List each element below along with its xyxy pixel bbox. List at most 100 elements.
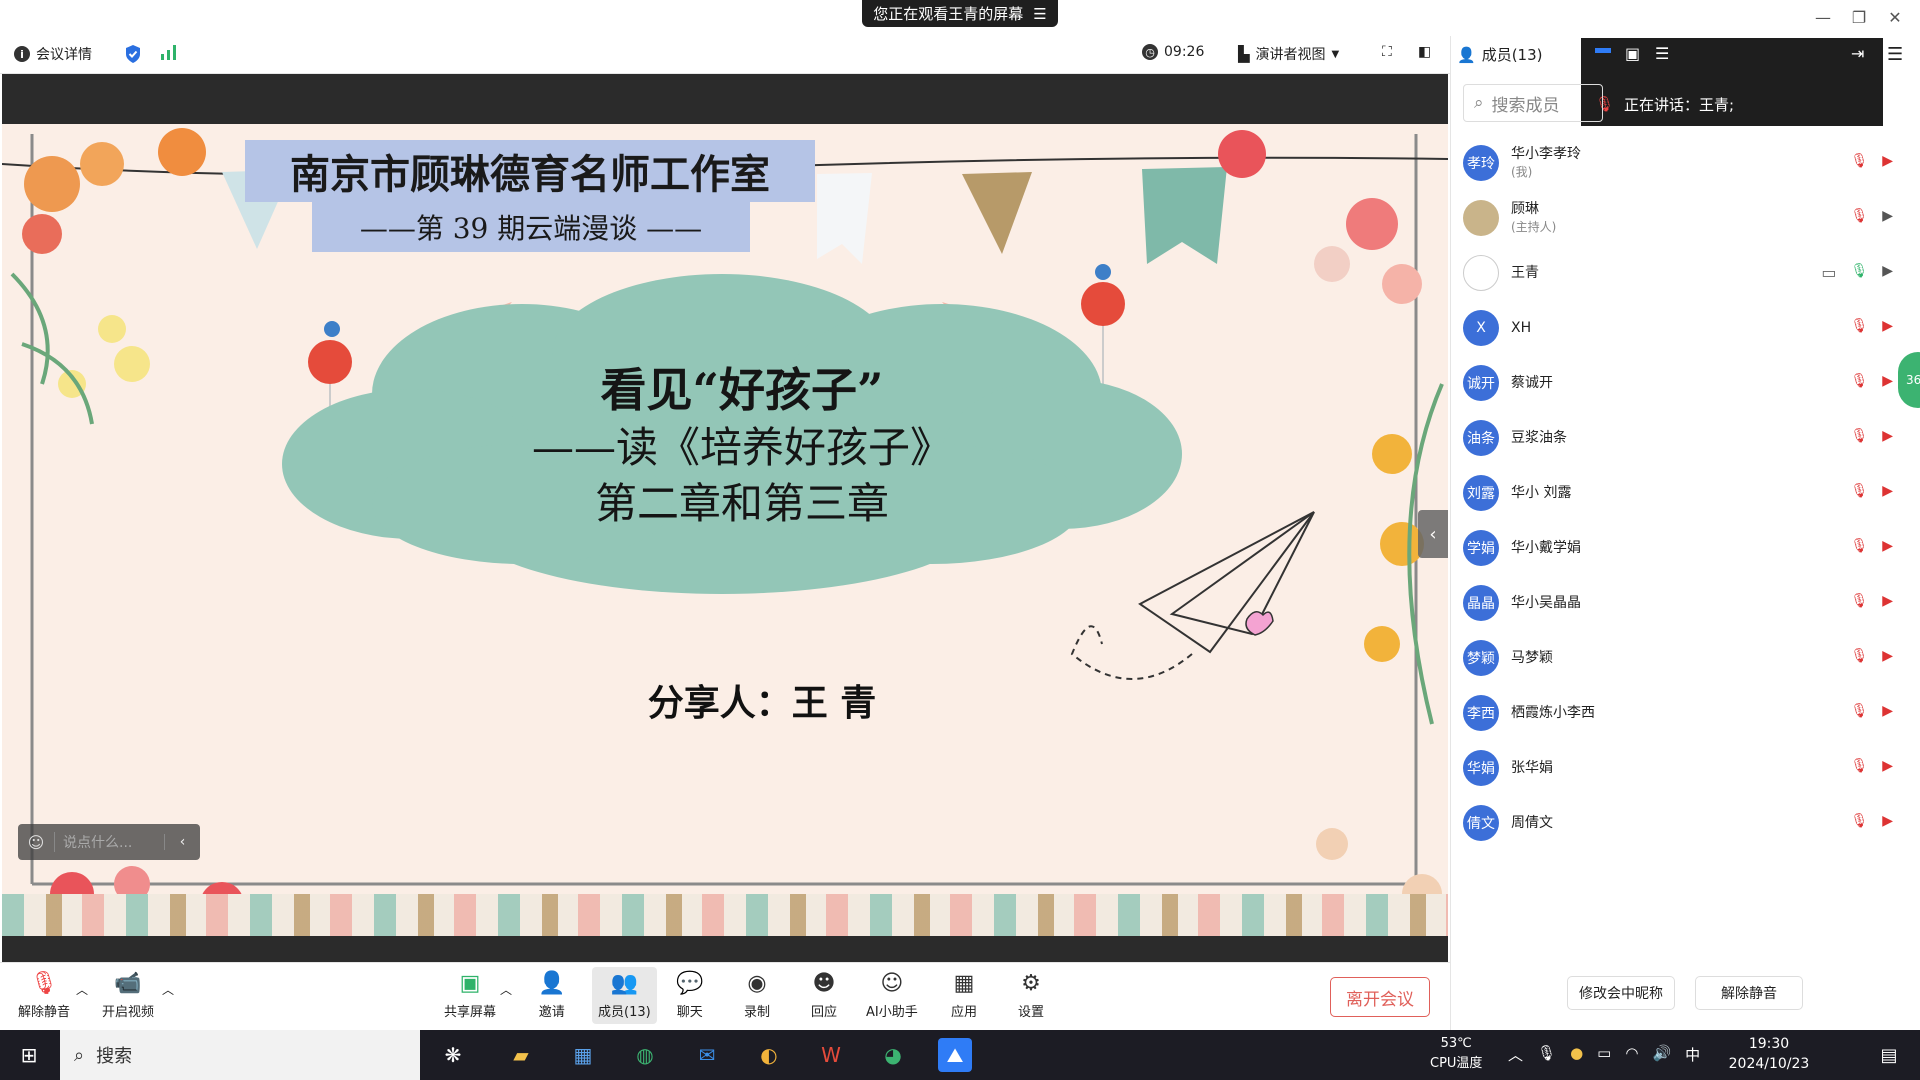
tencent-meeting-icon[interactable]: ⛰ xyxy=(938,1038,972,1072)
member-row[interactable]: 华娟 张华娟 🎙 ▶ xyxy=(1463,743,1903,793)
security-shield-icon[interactable] xyxy=(124,44,142,64)
reaction-button[interactable]: ☻ 回应 xyxy=(811,971,837,1020)
notification-icon[interactable]: ▤ xyxy=(1872,1038,1906,1072)
mail-icon[interactable]: ✉ xyxy=(690,1038,724,1072)
unmute-all-button[interactable]: 解除静音 xyxy=(1695,976,1803,1010)
mic-icon[interactable]: 🎙 xyxy=(1537,1044,1556,1065)
record-button[interactable]: ◉ 录制 xyxy=(744,971,770,1020)
window-icon[interactable]: ▣ xyxy=(1625,44,1640,63)
members-button[interactable]: 👥 成员(13) xyxy=(592,967,657,1024)
list-icon[interactable]: ☰ xyxy=(1655,44,1669,63)
wechat-icon[interactable]: ◕ xyxy=(876,1038,910,1072)
member-row[interactable]: 王青 ▭ 🎙 ▶ xyxy=(1463,248,1903,298)
camera-off-icon[interactable]: ▶ xyxy=(1882,648,1893,664)
camera-on-icon[interactable]: ▶ xyxy=(1882,208,1893,224)
member-row[interactable]: 梦颖 马梦颖 🎙 ▶ xyxy=(1463,633,1903,683)
invite-button[interactable]: 👤 邀请 xyxy=(538,971,565,1020)
member-row[interactable]: 油条 豆浆油条 🎙 ▶ xyxy=(1463,413,1903,463)
chat-button[interactable]: 💬 聊天 xyxy=(676,971,703,1020)
member-row[interactable]: 倩文 周倩文 🎙 ▶ xyxy=(1463,798,1903,848)
ai-assistant-button[interactable]: ☺ AI小助手 xyxy=(866,971,918,1020)
member-row[interactable]: 孝玲 华小李孝玲 (我) 🎙 ▶ xyxy=(1463,138,1903,188)
start-video-button[interactable]: 📹 开启视频 xyxy=(102,971,154,1020)
widgets-icon[interactable]: ❋ xyxy=(436,1038,470,1072)
network-icon[interactable]: ◠ xyxy=(1625,1044,1638,1065)
camera-off-icon[interactable]: ▶ xyxy=(1882,758,1893,774)
camera-off-icon[interactable]: ▶ xyxy=(1882,318,1893,334)
audio-options-icon[interactable]: ︿ xyxy=(76,981,88,998)
member-row[interactable]: 顾琳 (主持人) 🎙 ▶ xyxy=(1463,193,1903,243)
emoji-icon[interactable]: ☺ xyxy=(18,833,54,852)
close-icon[interactable]: ✕ xyxy=(1880,4,1910,30)
collapse-icon[interactable]: ⇥ xyxy=(1851,44,1864,63)
quick-chat-bar[interactable]: ☺ 说点什么... ‹ xyxy=(18,824,200,860)
camera-off-icon[interactable]: ▶ xyxy=(1882,428,1893,444)
video-options-icon[interactable]: ︿ xyxy=(162,981,174,998)
mic-muted-icon[interactable]: 🎙 xyxy=(1850,483,1868,499)
member-row[interactable]: 诚开 蔡诚开 🎙 ▶ xyxy=(1463,358,1903,408)
chevron-left-icon[interactable]: ‹ xyxy=(164,834,200,850)
member-search-input[interactable]: ⌕ 搜索成员 xyxy=(1463,84,1603,122)
member-row[interactable]: 李西 栖霞炼小李西 🎙 ▶ xyxy=(1463,688,1903,738)
mic-muted-icon[interactable]: 🎙 xyxy=(1850,593,1868,609)
mic-muted-icon[interactable]: 🎙 xyxy=(1850,208,1868,224)
chevron-up-icon[interactable]: ︿ xyxy=(1508,1044,1523,1065)
fullscreen-icon[interactable]: ⛶ xyxy=(1382,44,1392,60)
app-icon[interactable]: ◐ xyxy=(752,1038,786,1072)
leave-meeting-button[interactable]: 离开会议 xyxy=(1330,977,1430,1017)
side-panel-toggle-icon[interactable]: ◧ xyxy=(1418,44,1431,60)
mic-muted-icon[interactable]: 🎙 xyxy=(1850,318,1868,334)
volume-icon[interactable]: 🔊 xyxy=(1652,1044,1671,1065)
settings-button[interactable]: ⚙ 设置 xyxy=(1018,971,1044,1020)
apps-button[interactable]: ▦ 应用 xyxy=(951,971,977,1020)
member-row[interactable]: 学娟 华小戴学娟 🎙 ▶ xyxy=(1463,523,1903,573)
collapse-panel-handle[interactable]: ‹ xyxy=(1418,510,1448,558)
camera-off-icon[interactable]: ▶ xyxy=(1882,703,1893,719)
member-row[interactable]: X XH 🎙 ▶ xyxy=(1463,303,1903,353)
windows-start-icon[interactable]: ⊞ xyxy=(12,1038,46,1072)
mic-muted-icon[interactable]: 🎙 xyxy=(1850,153,1868,169)
camera-off-icon[interactable]: ▶ xyxy=(1882,813,1893,829)
more-menu-icon[interactable]: ☰ xyxy=(1887,44,1903,65)
members-tab[interactable]: 👤 成员(13) xyxy=(1457,44,1542,65)
view-mode-dropdown[interactable]: ▙ 演讲者视图 ▼ xyxy=(1238,44,1339,64)
restore-icon[interactable]: ❐ xyxy=(1844,4,1874,30)
store-icon[interactable]: ▦ xyxy=(566,1038,600,1072)
floating-badge[interactable]: 36 xyxy=(1898,352,1920,408)
mic-muted-icon[interactable]: 🎙 xyxy=(1850,703,1868,719)
tray-app-icon[interactable]: ● xyxy=(1570,1044,1583,1065)
camera-off-icon[interactable]: ▶ xyxy=(1882,538,1893,554)
cpu-temp-widget[interactable]: 53℃ CPU温度 xyxy=(1430,1034,1482,1074)
browser-icon[interactable]: ◍ xyxy=(628,1038,662,1072)
mic-on-icon[interactable]: 🎙 xyxy=(1850,263,1868,282)
camera-off-icon[interactable]: ▶ xyxy=(1882,483,1893,499)
camera-off-icon[interactable]: ▶ xyxy=(1882,373,1893,389)
battery-icon[interactable]: ▭ xyxy=(1597,1044,1611,1065)
ime-indicator[interactable]: 中 xyxy=(1685,1044,1700,1065)
mic-muted-icon[interactable]: 🎙 xyxy=(1850,373,1868,389)
member-row[interactable]: 刘露 华小 刘露 🎙 ▶ xyxy=(1463,468,1903,518)
system-tray[interactable]: ︿ 🎙 ● ▭ ◠ 🔊 中 xyxy=(1508,1044,1700,1065)
quick-chat-input[interactable]: 说点什么... xyxy=(54,832,164,852)
share-options-icon[interactable]: ︿ xyxy=(500,981,512,998)
mic-muted-icon[interactable]: 🎙 xyxy=(1850,428,1868,444)
share-screen-button[interactable]: ▣ 共享屏幕 xyxy=(444,971,496,1020)
meeting-details-button[interactable]: i 会议详情 xyxy=(14,44,92,64)
camera-off-icon[interactable]: ▶ xyxy=(1882,593,1893,609)
member-row[interactable]: 晶晶 华小吴晶晶 🎙 ▶ xyxy=(1463,578,1903,628)
camera-off-icon[interactable]: ▶ xyxy=(1882,153,1893,169)
wps-icon[interactable]: W xyxy=(814,1038,848,1072)
minimize-overlay-icon[interactable] xyxy=(1595,48,1611,53)
unmute-button[interactable]: 🎙 解除静音 xyxy=(18,971,70,1020)
screen-share-banner[interactable]: 您正在观看王青的屏幕 ☰ xyxy=(862,0,1058,27)
mic-muted-icon[interactable]: 🎙 xyxy=(1850,538,1868,554)
file-explorer-icon[interactable]: ▰ xyxy=(504,1038,538,1072)
mic-muted-icon[interactable]: 🎙 xyxy=(1850,813,1868,829)
camera-on-icon[interactable]: ▶ xyxy=(1882,263,1893,282)
signal-strength-icon[interactable] xyxy=(160,44,178,60)
clock[interactable]: 19:30 2024/10/23 xyxy=(1714,1034,1824,1074)
mic-muted-icon[interactable]: 🎙 xyxy=(1850,648,1868,664)
mic-muted-icon[interactable]: 🎙 xyxy=(1850,758,1868,774)
rename-button[interactable]: 修改会中昵称 xyxy=(1567,976,1675,1010)
minimize-icon[interactable]: — xyxy=(1808,4,1838,30)
